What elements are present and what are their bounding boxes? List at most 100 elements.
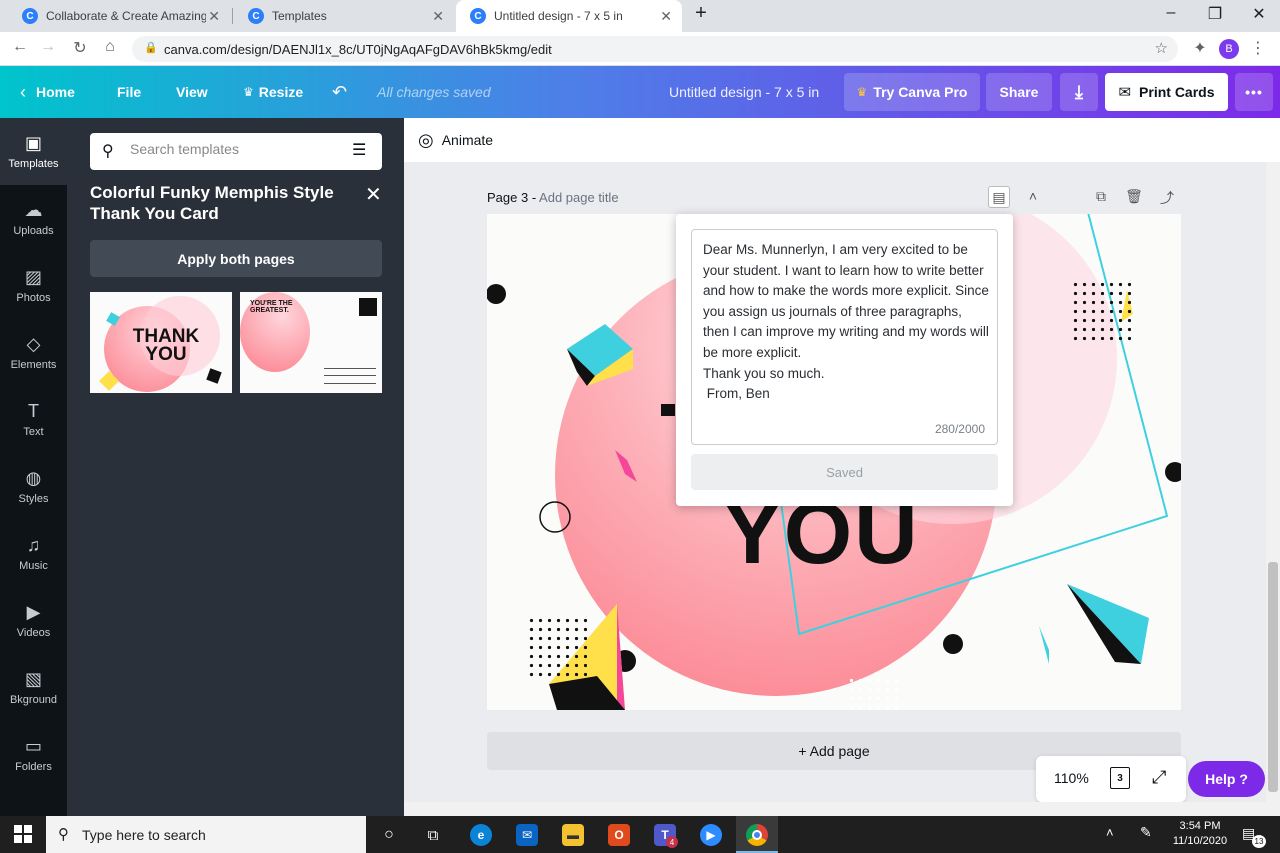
rail-item-uploads[interactable]: ☁ Uploads [0, 185, 67, 252]
zoom-controls: 110% 3 ⤢ [1036, 756, 1186, 802]
view-menu-button[interactable]: View [176, 66, 208, 118]
share-button[interactable]: Share [986, 73, 1052, 111]
close-tab-icon[interactable]: ✕ [432, 8, 444, 25]
page-header: Page 3 - Add page title [487, 190, 619, 205]
zoom-app-icon[interactable]: ▶ [700, 824, 722, 846]
apply-both-pages-button[interactable]: Apply both pages [90, 240, 382, 277]
rail-item-photos[interactable]: ▨ Photos [0, 252, 67, 319]
document-title[interactable]: Untitled design - 7 x 5 in [669, 66, 819, 118]
animate-button[interactable]: Animate [442, 132, 493, 148]
pen-icon[interactable]: ✎ [1140, 824, 1152, 841]
try-pro-label: Try Canva Pro [873, 84, 968, 100]
rail-item-templates[interactable]: ▣ Templates [0, 118, 67, 185]
notes-saved-button[interactable]: Saved [691, 454, 998, 490]
chrome-taskbar-active[interactable] [736, 816, 778, 853]
rail-item-elements[interactable]: ◇ Elements [0, 319, 67, 386]
black-dot [943, 634, 963, 654]
canva-favicon-icon: C [248, 8, 264, 24]
print-cards-button[interactable]: ✉ Print Cards [1105, 73, 1228, 111]
back-icon[interactable]: ← [10, 38, 30, 56]
shapes-icon: ◇ [26, 334, 41, 354]
notes-textarea[interactable]: Dear Ms. Munnerlyn, I am very excited to… [691, 229, 998, 445]
template-thumbnail-page-2[interactable]: YOU'RE THE GREATEST. [240, 292, 382, 393]
search-templates-input[interactable] [130, 141, 330, 157]
home-icon[interactable]: ⌂ [100, 38, 120, 56]
rail-label: Templates [8, 158, 59, 170]
rail-item-folders[interactable]: ▭ Folders [0, 721, 67, 788]
page-count-icon[interactable]: 3 [1110, 767, 1130, 789]
notes-icon[interactable]: ▤ [988, 186, 1010, 208]
extensions-icon[interactable]: ✦ [1190, 38, 1210, 58]
envelope-icon: ✉ [1118, 84, 1132, 101]
fullscreen-icon[interactable]: ⤢ [1152, 767, 1166, 788]
chrome-icon-center [752, 830, 762, 840]
horizontal-scrollbar[interactable] [404, 802, 1266, 816]
file-explorer-icon[interactable]: ▬ [562, 824, 584, 846]
forward-icon[interactable]: → [38, 38, 58, 56]
template-search-box: ⚲ ☰ [90, 133, 382, 170]
chevron-up-icon[interactable]: ˄ [1022, 188, 1044, 204]
close-tab-icon[interactable]: ✕ [660, 8, 672, 25]
new-tab-icon[interactable]: + [686, 2, 716, 25]
rail-item-background[interactable]: ▧ Bkground [0, 654, 67, 721]
rail-item-styles[interactable]: ◍ Styles [0, 453, 67, 520]
page-notes-popup: Dear Ms. Munnerlyn, I am very excited to… [676, 214, 1013, 506]
help-button[interactable]: Help ? [1188, 761, 1265, 797]
browser-tab-untitled-design[interactable]: C Untitled design - 7 x 5 in ✕ [456, 0, 682, 32]
close-icon[interactable]: ✕ [365, 182, 382, 207]
windows-start-icon[interactable] [14, 825, 32, 843]
duplicate-page-icon[interactable]: ⧉ [1090, 188, 1112, 205]
folder-icon: ▭ [24, 736, 42, 756]
office-icon[interactable]: O [608, 824, 630, 846]
white-dot-pattern [847, 676, 901, 710]
save-status: All changes saved [377, 84, 491, 100]
rail-item-videos[interactable]: ▶ Videos [0, 587, 67, 654]
url-field[interactable]: 🔒 canva.com/design/DAENJl1x_8c/UT0jNgAqA… [132, 36, 1178, 62]
chevron-left-icon: ‹ [20, 81, 26, 102]
try-canva-pro-button[interactable]: ♛ Try Canva Pro [844, 73, 980, 111]
task-view-icon[interactable]: ⧉ [422, 824, 444, 846]
browser-menu-icon[interactable]: ⋮ [1248, 38, 1268, 58]
minimize-icon[interactable]: – [1156, 4, 1186, 22]
resize-label: Resize [258, 84, 304, 100]
profile-avatar[interactable]: B [1219, 39, 1239, 59]
cyan-prism [1067, 584, 1149, 664]
close-tab-icon[interactable]: ✕ [208, 8, 220, 25]
zoom-level[interactable]: 110% [1054, 770, 1089, 786]
home-button[interactable]: ‹ Home [20, 66, 75, 118]
template-thumbnail-page-1[interactable]: THANK YOU [90, 292, 232, 393]
notifications-count: 13 [1252, 835, 1266, 848]
taskbar-search-box[interactable]: ⚲ Type here to search [46, 816, 366, 853]
rail-label: Folders [15, 761, 52, 773]
templates-panel: ⚲ ☰ Colorful Funky Memphis Style Thank Y… [67, 118, 404, 816]
more-options-button[interactable]: ••• [1235, 73, 1273, 111]
close-window-icon[interactable]: ✕ [1244, 4, 1274, 24]
print-cards-label: Print Cards [1139, 84, 1215, 100]
vertical-scrollbar[interactable] [1266, 162, 1280, 816]
scrollbar-thumb[interactable] [1268, 562, 1278, 792]
mail-icon[interactable]: ✉ [516, 824, 538, 846]
windows-taskbar: ⚲ Type here to search ○ ⧉ e ✉ ▬ O T 4 ▶ … [0, 816, 1280, 853]
edge-browser-icon[interactable]: e [470, 824, 492, 846]
start-tile [14, 835, 22, 843]
reload-icon[interactable]: ↻ [70, 38, 90, 58]
browser-tab-templates[interactable]: C Templates ✕ [234, 0, 454, 32]
browser-tab-collaborate[interactable]: C Collaborate & Create Amazing Gr ✕ [8, 0, 230, 32]
add-page-title-field[interactable]: Add page title [539, 190, 619, 205]
cortana-icon[interactable]: ○ [378, 824, 400, 846]
rail-item-music[interactable]: ♫ Music [0, 520, 67, 587]
add-page-icon[interactable]: ⤴ [1156, 188, 1178, 208]
download-icon[interactable]: ⤓ [1060, 73, 1098, 111]
resize-button[interactable]: ♛ Resize [243, 66, 303, 118]
file-menu-button[interactable]: File [117, 66, 141, 118]
undo-icon[interactable]: ↶ [332, 66, 347, 118]
start-tile [14, 825, 22, 833]
delete-page-icon[interactable]: 🗑 [1123, 188, 1145, 205]
maximize-icon[interactable]: ❐ [1200, 4, 1230, 24]
bookmark-star-icon[interactable]: ☆ [1155, 39, 1168, 57]
system-tray-chevron-icon[interactable]: ˄ [1106, 825, 1114, 840]
taskbar-clock[interactable]: 3:54 PM 11/10/2020 [1168, 819, 1232, 849]
filter-sliders-icon[interactable]: ☰ [352, 140, 366, 160]
black-square [661, 404, 675, 416]
rail-item-text[interactable]: T Text [0, 386, 67, 453]
